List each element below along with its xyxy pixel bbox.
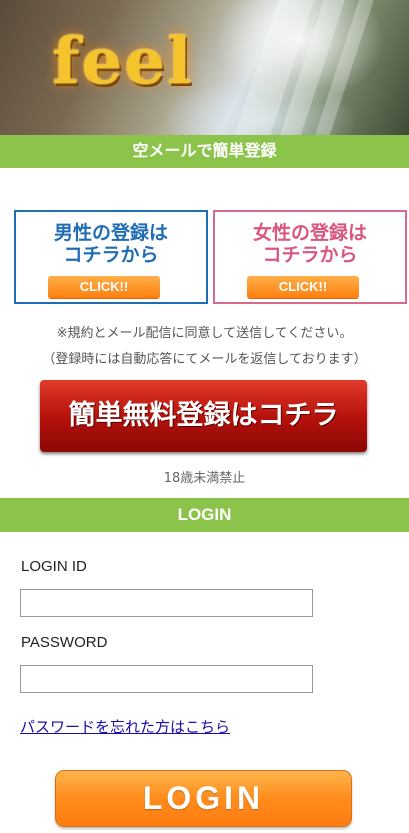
female-register-line2: コチラから	[262, 244, 358, 266]
male-register-line2: コチラから	[63, 244, 159, 266]
free-register-button[interactable]: 簡単無料登録はコチラ	[40, 380, 367, 452]
password-label: PASSWORD	[21, 634, 108, 651]
male-register-button[interactable]: 男性の登録は コチラから CLICK!!	[14, 210, 208, 304]
auto-reply-note: （登録時には自動応答にてメールを返信しております）	[42, 352, 367, 367]
male-click-button[interactable]: CLICK!!	[48, 276, 160, 298]
password-input[interactable]	[20, 665, 313, 693]
male-register-label: 男性の登録は コチラから	[16, 222, 206, 266]
age-restriction-note: 18歳未満禁止	[163, 471, 246, 486]
signup-section-header: 空メールで簡単登録	[0, 135, 409, 168]
male-register-line1: 男性の登録は	[53, 222, 168, 244]
site-logo: feel	[52, 24, 194, 99]
forgot-password-link[interactable]: パスワードを忘れた方はこちら	[20, 716, 230, 737]
header-banner: feel	[0, 0, 409, 135]
login-section-header: LOGIN	[0, 498, 409, 532]
login-button[interactable]: LOGIN	[55, 770, 352, 827]
female-register-label: 女性の登録は コチラから	[215, 222, 405, 266]
login-id-label: LOGIN ID	[21, 558, 87, 575]
terms-note: ※規約とメール配信に同意して送信してください。	[56, 326, 353, 341]
female-register-line1: 女性の登録は	[252, 222, 367, 244]
female-register-button[interactable]: 女性の登録は コチラから CLICK!!	[213, 210, 407, 304]
login-id-input[interactable]	[20, 589, 313, 617]
female-click-button[interactable]: CLICK!!	[247, 276, 359, 298]
